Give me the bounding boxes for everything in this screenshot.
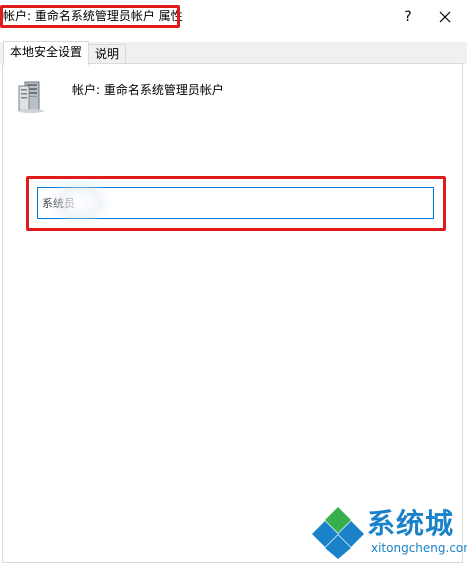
title-bar: 帐户: 重命名系统管理员帐户 属性 ?	[0, 0, 467, 32]
tab-local-security-setting[interactable]: 本地安全设置	[3, 41, 90, 65]
title-highlight-box	[0, 5, 180, 28]
help-button[interactable]: ?	[396, 6, 420, 28]
server-policy-icon	[18, 81, 44, 113]
close-icon	[439, 11, 451, 23]
account-name-input[interactable]	[37, 187, 434, 219]
tab-panel	[2, 63, 463, 563]
watermark: 系统城 xitongcheng.com	[311, 505, 467, 559]
watermark-brand: 系统城	[367, 507, 455, 540]
policy-name: 帐户: 重命名系统管理员帐户	[72, 83, 224, 97]
tab-explain[interactable]: 说明	[88, 44, 127, 64]
close-button[interactable]	[430, 4, 460, 30]
watermark-domain: xitongcheng.com	[371, 541, 467, 555]
windows-logo-icon	[312, 507, 364, 559]
tab-strip: 本地安全设置 说明	[0, 41, 467, 65]
